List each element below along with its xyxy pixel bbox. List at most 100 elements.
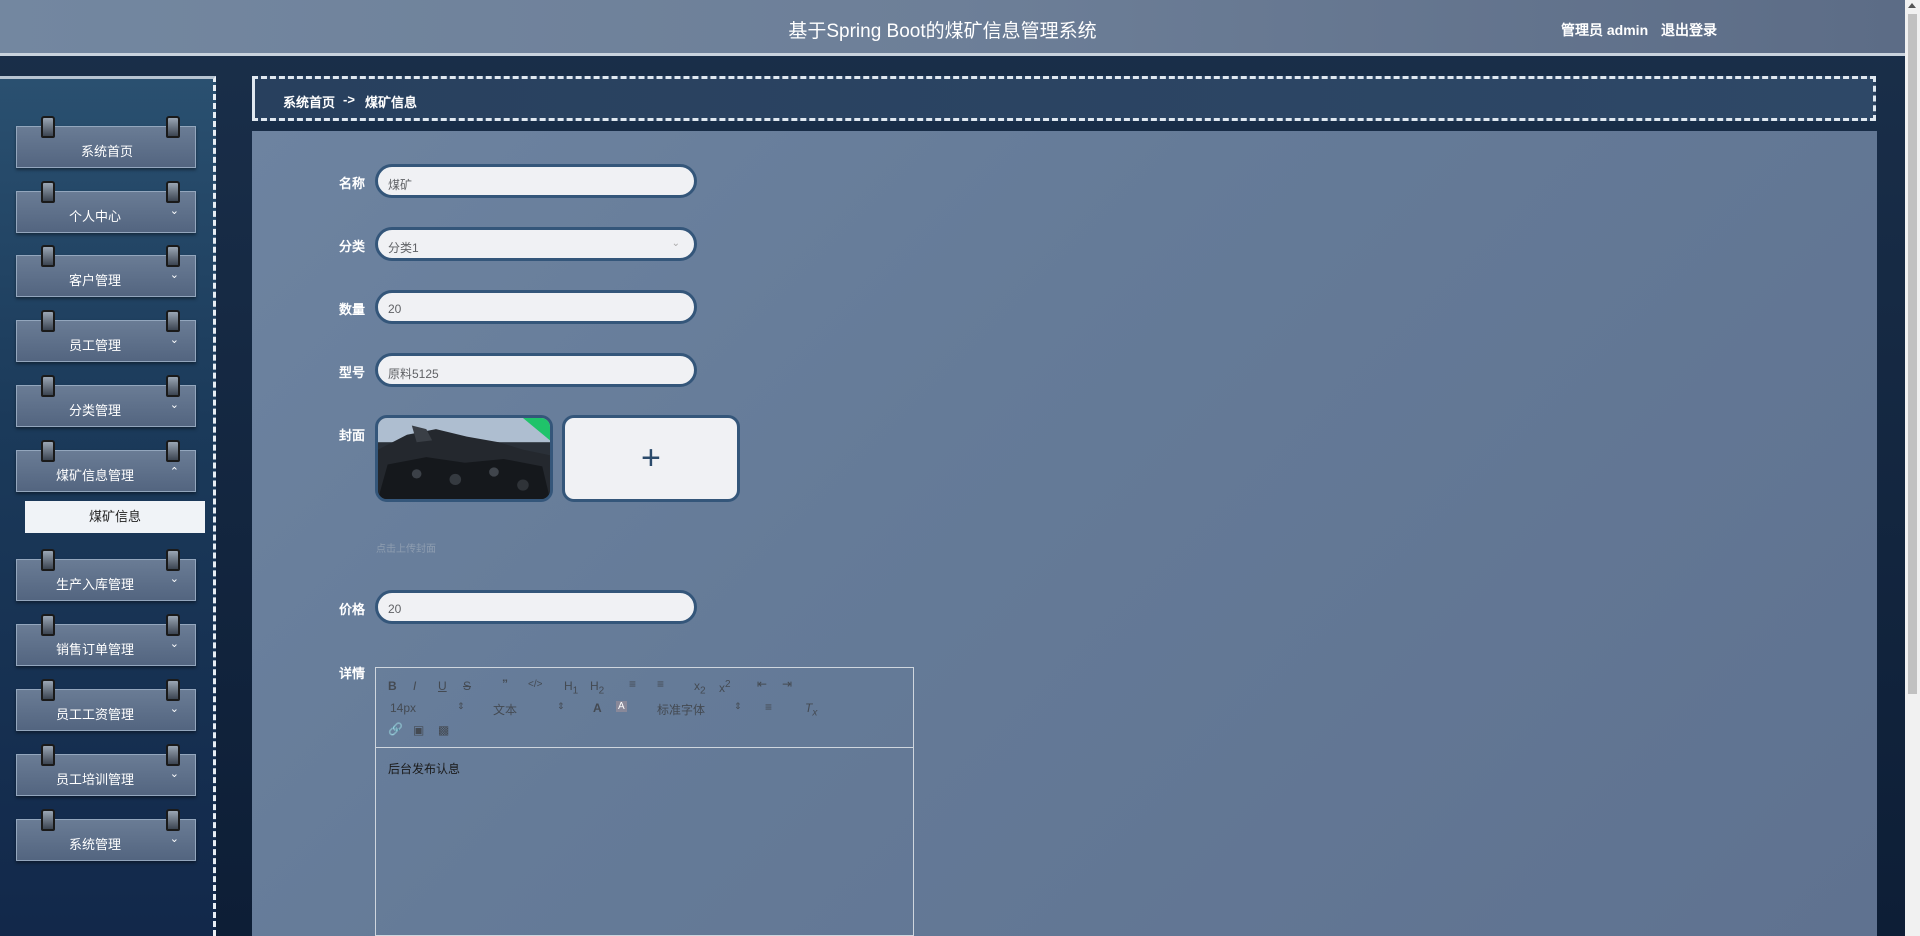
clip-icon [166,375,180,397]
chevron-down-icon: ⌄ [169,334,179,346]
cover-label: 封面 [339,428,366,443]
sidebar-item-categories[interactable]: 分类管理 ⌄ [16,375,196,427]
model-field[interactable]: 原料5125 [375,353,697,387]
cover-image-thumbnail[interactable] [375,415,553,502]
breadcrumb-home[interactable]: 系统首页 [283,92,335,111]
indent-icon[interactable]: ⇥ [782,677,792,691]
scroll-up-icon[interactable] [1908,3,1916,8]
header2-icon[interactable]: H2 [590,679,604,696]
name-field[interactable]: 煤矿 [375,164,697,198]
clip-icon [166,744,180,766]
sidebar-item-employees[interactable]: 员工管理 ⌄ [16,310,196,362]
clip-icon [166,679,180,701]
quantity-field[interactable]: 20 [375,290,697,324]
underline-icon[interactable]: U [438,679,447,693]
sidebar-item-label: 员工培训管理 [55,772,134,787]
sidebar-item-label: 个人中心 [68,209,121,224]
align-icon[interactable]: ≡ [765,700,772,714]
sidebar-item-coal-info[interactable]: 煤矿信息管理 ⌃ [16,440,196,492]
chevron-down-icon: ⌄ [169,205,179,217]
plus-icon: + [641,439,661,477]
logout-link[interactable]: 退出登录 [1661,20,1717,40]
sidebar-item-personal[interactable]: 个人中心 ⌄ [16,181,196,233]
paragraph-select[interactable]: 文本 [493,701,517,718]
quantity-label: 数量 [339,302,366,317]
chevron-down-icon: ⌄ [169,768,179,780]
chevron-down-icon: ⌄ [169,269,179,281]
strikethrough-icon[interactable]: S [463,679,471,693]
ordered-list-icon[interactable]: ≡ [629,677,636,691]
sidebar-item-sales[interactable]: 销售订单管理 ⌄ [16,614,196,666]
cover-upload-tip: 点击上传封面 [376,544,436,555]
chevron-down-icon: ⌄ [169,573,179,585]
clip-icon [41,310,55,332]
subscript-icon[interactable]: x2 [694,679,706,696]
clip-icon [41,245,55,267]
clip-icon [41,809,55,831]
clip-icon [166,440,180,462]
superscript-icon[interactable]: x2 [719,679,731,695]
clip-icon [41,679,55,701]
code-icon[interactable]: </> [528,679,542,690]
clip-icon [41,614,55,636]
clip-icon [166,245,180,267]
cover-upload-button[interactable]: + [562,415,740,502]
chevron-down-icon: ⌄ [169,638,179,650]
clip-icon [41,440,55,462]
clip-icon [166,549,180,571]
editor-toolbar: B I U S ” </> H1 H2 ≡ ≡ x2 x2 ⇤ ⇥ 14px ⇕… [376,668,913,748]
price-field[interactable]: 20 [375,590,697,624]
editor-content[interactable]: 后台发布认息 [388,760,460,777]
font-family-select[interactable]: 标准字体 [657,701,705,718]
name-label: 名称 [339,176,366,191]
sidebar-item-label: 煤矿信息管理 [55,468,134,483]
background-color-icon[interactable]: A [616,701,627,712]
chevron-down-icon: ⌄ [169,399,179,411]
clip-icon [41,181,55,203]
breadcrumb: 系统首页 -> 煤矿信息 [252,76,1876,121]
clip-icon [41,116,55,138]
blockquote-icon[interactable]: ” [502,677,508,691]
category-select[interactable]: 分类1 ⌄ [375,227,697,261]
sidebar-item-system[interactable]: 系统管理 ⌄ [16,809,196,861]
font-color-icon[interactable]: A [593,701,602,715]
scrollbar-thumb[interactable] [1908,14,1917,694]
top-header: 基于Spring Boot的煤矿信息管理系统 管理员 admin 退出登录 [0,0,1905,56]
italic-icon[interactable]: I [413,679,416,693]
sidebar-item-production[interactable]: 生产入库管理 ⌄ [16,549,196,601]
clip-icon [41,744,55,766]
clear-format-icon[interactable]: Tx [805,701,817,718]
sidebar-item-label: 客户管理 [68,273,121,288]
sidebar-item-training[interactable]: 员工培训管理 ⌄ [16,744,196,796]
font-size-caret-icon: ⇕ [457,701,465,711]
outdent-icon[interactable]: ⇤ [757,677,767,691]
category-select-value: 分类1 [388,241,419,255]
sidebar-item-label: 销售订单管理 [55,642,134,657]
sidebar-item-salary[interactable]: 员工工资管理 ⌄ [16,679,196,731]
vertical-scrollbar[interactable] [1905,0,1920,936]
chevron-down-icon: ⌄ [169,833,179,845]
sidebar-item-home[interactable]: 系统首页 [16,116,196,168]
rich-text-editor[interactable]: B I U S ” </> H1 H2 ≡ ≡ x2 x2 ⇤ ⇥ 14px ⇕… [375,667,914,936]
paragraph-caret-icon: ⇕ [557,701,565,711]
link-icon[interactable]: 🔗 [388,722,403,736]
model-label: 型号 [339,365,366,380]
sidebar-item-label: 生产入库管理 [55,577,134,592]
sidebar-item-customers[interactable]: 客户管理 ⌄ [16,245,196,297]
chevron-down-icon: ⌄ [169,703,179,715]
sidebar-item-label: 员工工资管理 [55,707,134,722]
sidebar-item-label: 分类管理 [68,403,121,418]
current-user: 管理员 admin [1561,22,1649,38]
clip-icon [41,375,55,397]
breadcrumb-separator: -> [343,92,355,107]
chevron-down-icon: ⌄ [671,238,680,249]
bullet-list-icon[interactable]: ≡ [657,677,664,691]
image-icon[interactable]: ▣ [413,723,424,737]
category-label: 分类 [339,239,366,254]
header1-icon[interactable]: H1 [564,679,578,696]
clip-icon [166,614,180,636]
bold-icon[interactable]: B [388,679,397,693]
font-size-select[interactable]: 14px [390,701,416,715]
video-icon[interactable]: ▩ [438,723,449,737]
sidebar-subitem-coal-info[interactable]: 煤矿信息 [25,501,205,533]
